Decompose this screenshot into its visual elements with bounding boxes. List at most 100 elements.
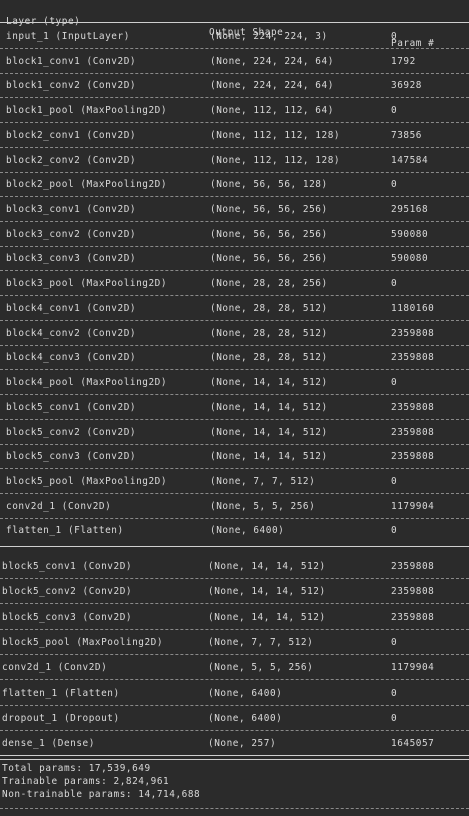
layer-row: block2_conv1 (Conv2D) (None, 112, 112, 12… [0,130,469,144]
layer-row: block5_conv3 (Conv2D) (None, 14, 14, 512)… [0,451,469,465]
param-count: 0 [391,278,398,290]
row-separator [0,270,469,272]
layer-row: block3_conv2 (Conv2D) (None, 56, 56, 256)… [0,229,469,243]
row-separator [0,122,469,124]
param-count: 2359808 [391,586,435,598]
layer-name: dropout_1 (Dropout) [2,712,120,724]
layer-row: block3_pool (MaxPooling2D) (None, 28, 28,… [0,278,469,292]
output-shape: (None, 28, 28, 512) [210,327,328,339]
layer-name: block5_conv3 (Conv2D) [2,611,133,623]
layer-row: conv2d_1 (Conv2D) (None, 5, 5, 256) 117990… [0,501,469,515]
layer-row: block3_conv1 (Conv2D) (None, 56, 56, 256)… [0,204,469,218]
layer-name: block5_conv3 (Conv2D) [6,451,137,463]
row-separator [0,628,469,630]
row-separator [0,146,469,148]
param-count: 1179904 [391,662,435,674]
row-separator [0,97,469,99]
param-count: 0 [391,525,398,537]
layer-name: block4_pool (MaxPooling2D) [6,377,168,389]
layer-name: conv2d_1 (Conv2D) [6,500,112,512]
layer-row: block4_conv2 (Conv2D) (None, 28, 28, 512)… [0,328,469,342]
layer-name: block4_conv2 (Conv2D) [6,327,137,339]
param-count: 1792 [391,55,416,67]
layer-name: flatten_1 (Flatten) [6,525,124,537]
header-row: Layer (type) Output Shape Param # [0,5,469,49]
layer-name: block2_conv1 (Conv2D) [6,129,137,141]
layer-name: block2_conv2 (Conv2D) [6,154,137,166]
row-separator [0,443,469,445]
layer-row: block5_conv1 (Conv2D) (None, 14, 14, 512)… [0,402,469,416]
output-shape: (None, 7, 7, 512) [208,636,314,648]
layer-name: flatten_1 (Flatten) [2,687,120,699]
output-shape: (None, 224, 224, 64) [210,55,334,67]
output-shape: (None, 14, 14, 512) [210,401,328,413]
layer-name: block4_conv1 (Conv2D) [6,302,137,314]
param-count: 0 [391,179,398,191]
layer-row: block4_pool (MaxPooling2D) (None, 14, 14,… [0,377,469,391]
layer-name: block5_conv2 (Conv2D) [6,426,137,438]
row-separator [0,48,469,49]
layer-name: block3_pool (MaxPooling2D) [6,278,168,290]
row-separator [0,755,469,756]
row-separator [0,546,469,547]
output-shape: (None, 257) [208,738,277,750]
non-trainable-params: Non-trainable params: 14,714,688 [2,789,201,800]
output-shape: (None, 6400) [210,525,285,537]
layer-row: flatten_1 (Flatten) (None, 6400) 0 [0,688,469,702]
param-count: 2359808 [391,611,435,623]
layer-name: block5_conv1 (Conv2D) [6,401,137,413]
row-separator [0,394,469,396]
param-count: 0 [391,712,398,724]
layer-row: block1_conv2 (Conv2D) (None, 224, 224, 64… [0,80,469,94]
output-shape: (None, 14, 14, 512) [208,611,326,623]
output-shape: (None, 7, 7, 512) [210,475,316,487]
row-separator [0,369,469,371]
layer-row: input_1 (InputLayer) (None, 224, 224, 3) 0 [0,31,469,45]
param-count: 2359808 [391,561,435,572]
row-separator [0,344,469,346]
row-separator [0,319,469,321]
layer-name: block1_pool (MaxPooling2D) [6,105,168,117]
param-count: 36928 [391,80,422,92]
layer-name: block4_conv3 (Conv2D) [6,352,137,364]
param-count: 0 [391,687,398,699]
layer-name: block3_conv1 (Conv2D) [6,204,137,216]
param-count: 1645057 [391,738,435,750]
output-shape: (None, 112, 112, 128) [210,129,341,141]
row-separator [0,653,469,655]
layer-row: block5_pool (MaxPooling2D) (None, 7, 7, 5… [0,476,469,490]
param-count: 147584 [391,154,429,166]
param-count: 2359808 [391,451,435,463]
layer-name: block3_conv3 (Conv2D) [6,253,137,265]
layer-row: block5_conv3 (Conv2D) (None, 14, 14, 512)… [0,612,469,626]
output-shape: (None, 56, 56, 256) [210,204,328,216]
layer-row: block2_conv2 (Conv2D) (None, 112, 112, 12… [0,155,469,169]
layer-name: block3_conv2 (Conv2D) [6,228,137,240]
output-shape: (None, 56, 56, 256) [210,228,328,240]
param-count: 0 [391,636,398,648]
layer-row: block4_conv3 (Conv2D) (None, 28, 28, 512)… [0,352,469,366]
layer-name: block5_conv2 (Conv2D) [2,586,133,598]
layer-row: block4_conv1 (Conv2D) (None, 28, 28, 512)… [0,303,469,317]
row-separator [0,468,469,470]
output-shape: (None, 28, 28, 256) [210,278,328,290]
layer-row: block5_pool (MaxPooling2D) (None, 7, 7, 5… [0,637,469,651]
output-shape: (None, 6400) [208,712,283,724]
output-shape: (None, 56, 56, 128) [210,179,328,191]
param-count: 2359808 [391,352,435,364]
layer-name: block5_conv1 (Conv2D) [2,561,133,572]
total-params: Total params: 17,539,649 [2,763,151,774]
output-shape: (None, 14, 14, 512) [208,586,326,598]
row-separator [0,418,469,420]
param-count: 2359808 [391,327,435,339]
row-separator [0,517,469,519]
output-shape: (None, 224, 224, 64) [210,80,334,92]
layer-row: block5_conv1 (Conv2D) (None, 14, 14, 512)… [0,561,469,575]
layer-row: conv2d_1 (Conv2D) (None, 5, 5, 256) 117990… [0,662,469,676]
row-separator [0,295,469,297]
param-count: 590080 [391,253,429,265]
row-separator [0,171,469,173]
row-separator [0,729,469,731]
output-shape: (None, 5, 5, 256) [210,500,316,512]
param-count: 73856 [391,129,422,141]
